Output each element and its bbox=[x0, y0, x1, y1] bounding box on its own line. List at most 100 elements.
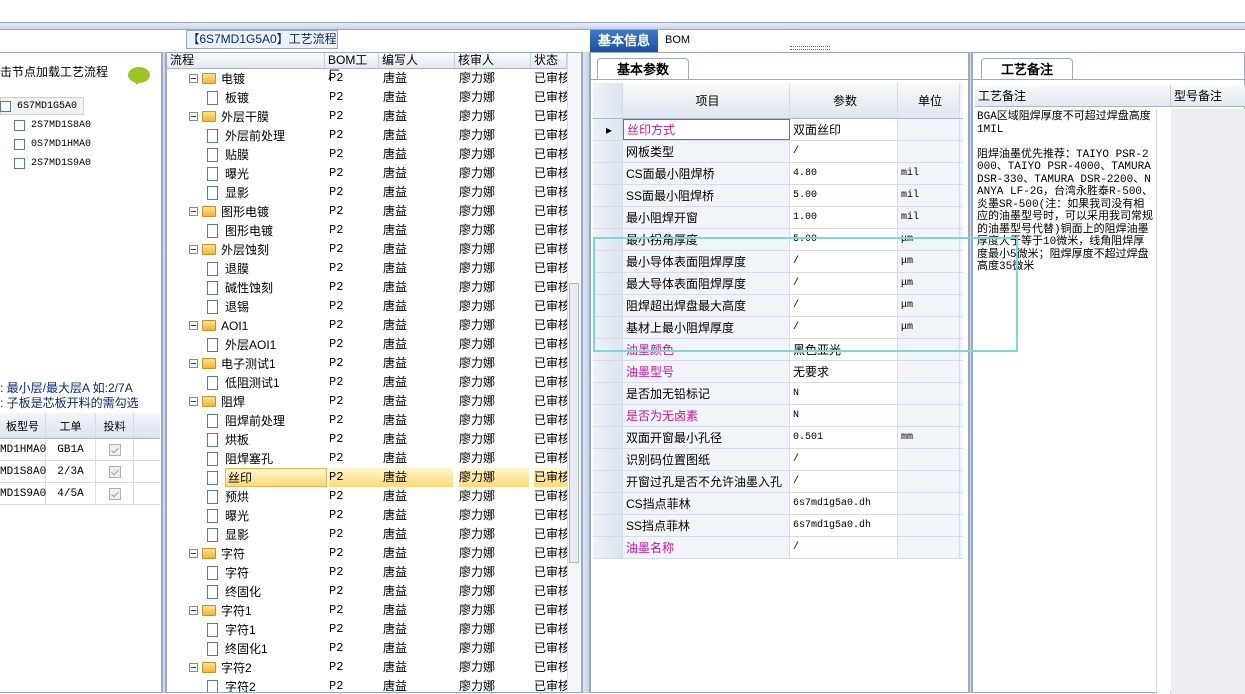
process-row[interactable]: 显影 P2 唐益 廖力娜 已审核 bbox=[167, 183, 567, 202]
process-name-cell[interactable]: 贴膜 bbox=[207, 145, 249, 164]
row-indicator[interactable] bbox=[593, 471, 623, 492]
process-name-cell[interactable]: 退锡 bbox=[207, 297, 249, 316]
collapse-toggle-icon[interactable] bbox=[189, 549, 198, 558]
param-value[interactable]: 6s7md1g5a0.dh bbox=[790, 515, 898, 536]
process-row[interactable]: 曝光 P2 唐益 廖力娜 已审核 bbox=[167, 506, 567, 525]
process-row[interactable]: 字符2 P2 唐益 廖力娜 已审核 bbox=[167, 677, 567, 692]
process-name-cell[interactable]: 电子测试1 bbox=[189, 354, 276, 373]
process-row[interactable]: 板镀 P2 唐益 廖力娜 已审核 bbox=[167, 88, 567, 107]
process-row[interactable]: 碱性蚀刻 P2 唐益 廖力娜 已审核 bbox=[167, 278, 567, 297]
process-name-cell[interactable]: 外层干膜 bbox=[189, 107, 269, 126]
process-name-cell[interactable]: 外层蚀刻 bbox=[189, 240, 269, 259]
tree-node[interactable]: 2S7MD1S8A0 bbox=[14, 116, 91, 134]
col-model-notes[interactable]: 型号备注 bbox=[1171, 85, 1245, 106]
tab-basic-info[interactable]: 基本信息 bbox=[590, 30, 658, 52]
process-name-cell[interactable]: 烘板 bbox=[207, 430, 249, 449]
param-row[interactable]: 是否为无卤素 N bbox=[593, 405, 963, 427]
process-row[interactable]: 退锡 P2 唐益 廖力娜 已审核 bbox=[167, 297, 567, 316]
process-row[interactable]: 字符1 P2 唐益 廖力娜 已审核 bbox=[167, 620, 567, 639]
process-row[interactable]: 显影 P2 唐益 廖力娜 已审核 bbox=[167, 525, 567, 544]
row-indicator[interactable] bbox=[593, 405, 623, 426]
process-name-cell[interactable]: 阻焊前处理 bbox=[207, 411, 285, 430]
param-value[interactable]: / bbox=[790, 471, 898, 492]
process-name-cell[interactable]: 终固化 bbox=[207, 582, 261, 601]
param-value[interactable]: 4.80 bbox=[790, 163, 898, 184]
param-value[interactable]: N bbox=[790, 405, 898, 426]
process-name-cell[interactable]: 显影 bbox=[207, 183, 249, 202]
process-name-cell[interactable]: 丝印 bbox=[207, 468, 328, 487]
param-row[interactable]: SS挡点菲林 6s7md1g5a0.dh bbox=[593, 515, 963, 537]
process-name-cell[interactable]: 显影 bbox=[207, 525, 249, 544]
process-row[interactable]: 终固化1 P2 唐益 廖力娜 已审核 bbox=[167, 639, 567, 658]
collapse-toggle-icon[interactable] bbox=[189, 397, 198, 406]
row-indicator[interactable] bbox=[593, 207, 623, 228]
process-name-cell[interactable]: 低阻测试1 bbox=[207, 373, 280, 392]
process-row[interactable]: 退膜 P2 唐益 廖力娜 已审核 bbox=[167, 259, 567, 278]
process-row[interactable]: 丝印 P2 唐益 廖力娜 已审核 bbox=[167, 468, 567, 487]
process-name-cell[interactable]: 外层AOI1 bbox=[207, 335, 276, 354]
process-name-cell[interactable]: 字符2 bbox=[207, 677, 256, 692]
row-indicator[interactable] bbox=[593, 427, 623, 448]
process-row[interactable]: 字符1 P2 唐益 廖力娜 已审核 bbox=[167, 601, 567, 620]
process-row[interactable]: 外层AOI1 P2 唐益 廖力娜 已审核 bbox=[167, 335, 567, 354]
collapse-toggle-icon[interactable] bbox=[189, 112, 198, 121]
col-item[interactable]: 项目 bbox=[623, 83, 790, 118]
process-name-cell[interactable]: 图形电镀 bbox=[207, 221, 273, 240]
param-row[interactable]: 最小阻焊开窗 1.00 mil bbox=[593, 207, 963, 229]
process-name-cell[interactable]: 阻焊塞孔 bbox=[207, 449, 273, 468]
process-row[interactable]: 烘板 P2 唐益 廖力娜 已审核 bbox=[167, 430, 567, 449]
process-name-cell[interactable]: 预烘 bbox=[207, 487, 249, 506]
col-reviewer[interactable]: 核审人 bbox=[455, 53, 531, 68]
splitter-grip[interactable] bbox=[790, 46, 830, 50]
process-name-cell[interactable]: 字符 bbox=[189, 544, 245, 563]
param-value[interactable]: 无要求 bbox=[790, 361, 898, 382]
row-indicator[interactable] bbox=[593, 163, 623, 184]
process-name-cell[interactable]: 碱性蚀刻 bbox=[207, 278, 273, 297]
col-writer[interactable]: 编写人 bbox=[379, 53, 455, 68]
process-row[interactable]: 终固化 P2 唐益 廖力娜 已审核 bbox=[167, 582, 567, 601]
tab-process-notes[interactable]: 工艺备注 bbox=[981, 58, 1073, 80]
tree-node[interactable]: 0S7MD1HMA0 bbox=[14, 135, 91, 153]
col-param[interactable]: 参数 bbox=[790, 83, 898, 118]
col-feed[interactable]: 投料 bbox=[96, 413, 134, 438]
param-value[interactable]: 6s7md1g5a0.dh bbox=[790, 493, 898, 514]
param-value[interactable]: / bbox=[790, 449, 898, 470]
process-row[interactable]: 阻焊塞孔 P2 唐益 廖力娜 已审核 bbox=[167, 449, 567, 468]
process-name-cell[interactable]: 退膜 bbox=[207, 259, 249, 278]
param-row[interactable]: 油墨型号 无要求 bbox=[593, 361, 963, 383]
process-name-cell[interactable]: 电镀 bbox=[189, 69, 245, 88]
collapse-toggle-icon[interactable] bbox=[189, 663, 198, 672]
row-indicator[interactable] bbox=[593, 449, 623, 470]
process-row[interactable]: 电镀 P2 唐益 廖力娜 已审核 bbox=[167, 69, 567, 88]
feed-checkbox[interactable] bbox=[108, 465, 121, 478]
row-indicator[interactable] bbox=[593, 537, 623, 558]
param-value[interactable]: / bbox=[790, 537, 898, 558]
collapse-toggle-icon[interactable] bbox=[189, 606, 198, 615]
param-row[interactable]: CS面最小阻焊桥 4.80 mil bbox=[593, 163, 963, 185]
col-model[interactable]: 板型号 bbox=[0, 413, 46, 438]
process-row[interactable]: 阻焊 P2 唐益 廖力娜 已审核 bbox=[167, 392, 567, 411]
col-unit[interactable]: 单位 bbox=[898, 83, 960, 118]
process-row[interactable]: 低阻测试1 P2 唐益 廖力娜 已审核 bbox=[167, 373, 567, 392]
collapse-toggle-icon[interactable] bbox=[189, 245, 198, 254]
param-row[interactable]: 双面开窗最小孔径 0.501 mm bbox=[593, 427, 963, 449]
process-name-cell[interactable]: 字符1 bbox=[189, 601, 252, 620]
param-row[interactable]: 网板类型 / bbox=[593, 141, 963, 163]
param-row[interactable]: SS面最小阻焊桥 5.00 mil bbox=[593, 185, 963, 207]
col-order[interactable]: 工单 bbox=[46, 413, 96, 438]
param-row[interactable]: CS挡点菲林 6s7md1g5a0.dh bbox=[593, 493, 963, 515]
collapse-toggle-icon[interactable] bbox=[189, 74, 198, 83]
process-name-cell[interactable]: 曝光 bbox=[207, 506, 249, 525]
col-bom-factory[interactable]: BOM工厂 bbox=[325, 53, 379, 82]
process-row[interactable]: 图形电镀 P2 唐益 廖力娜 已审核 bbox=[167, 221, 567, 240]
process-row[interactable]: 字符2 P2 唐益 廖力娜 已审核 bbox=[167, 658, 567, 677]
process-name-cell[interactable]: 字符 bbox=[207, 563, 249, 582]
param-row[interactable]: 识别码位置图纸 / bbox=[593, 449, 963, 471]
param-value[interactable]: 0.501 bbox=[790, 427, 898, 448]
param-row[interactable]: ▸ 丝印方式 双面丝印 bbox=[593, 119, 963, 141]
row-indicator[interactable] bbox=[593, 185, 623, 206]
collapse-toggle-icon[interactable] bbox=[189, 359, 198, 368]
table-row[interactable]: MD1HMA0 GB1A bbox=[0, 439, 160, 461]
current-row-arrow-icon[interactable]: ▸ bbox=[593, 119, 623, 140]
param-value[interactable]: N bbox=[790, 383, 898, 404]
